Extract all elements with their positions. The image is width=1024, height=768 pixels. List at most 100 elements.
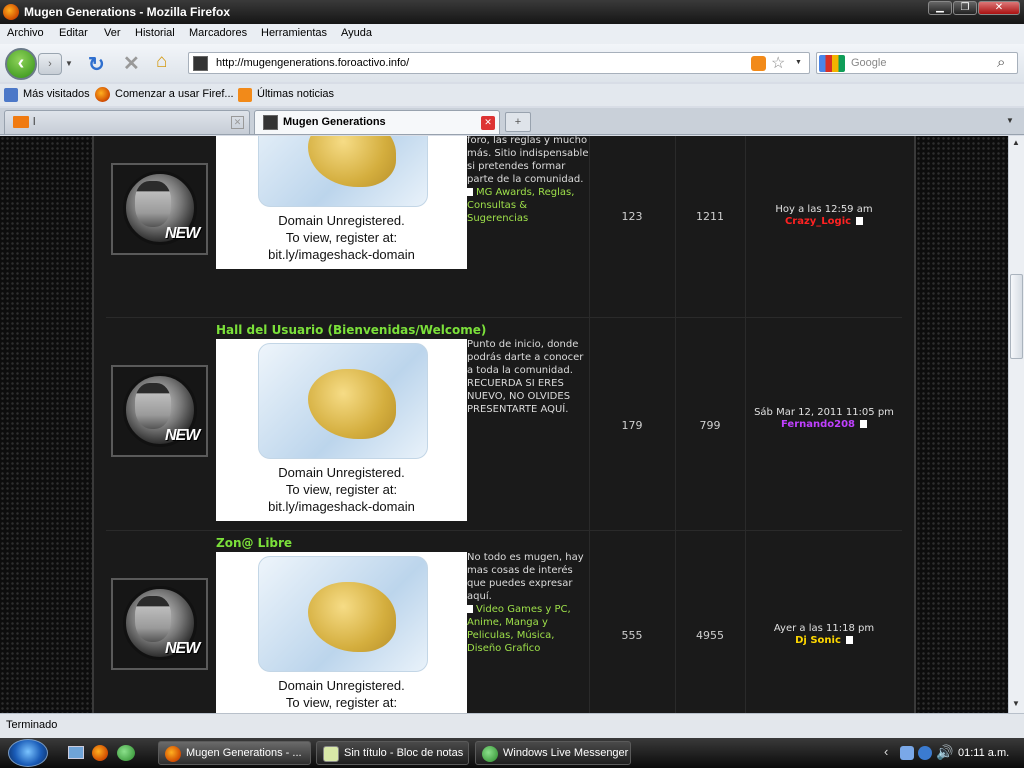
site-favicon-icon: [193, 56, 208, 71]
last-post: Hoy a las 12:59 am Crazy_Logic: [746, 204, 902, 228]
notepad-icon: [323, 746, 339, 762]
minimize-button[interactable]: ▁: [928, 1, 952, 15]
image-caption-line: bit.ly/imageshack-domain: [268, 499, 415, 514]
forum-new-posts-icon[interactable]: NEW: [111, 163, 208, 255]
bookmark-comenzar[interactable]: Comenzar a usar Firef...: [115, 88, 234, 100]
close-window-button[interactable]: ✕: [978, 1, 1020, 15]
forum-title-link[interactable]: Hall del Usuario (Bienvenidas/Welcome): [216, 323, 486, 337]
forum-row: NEW Zon@ Libre Domain Unregistered. To view…: [106, 531, 902, 713]
posts-count: 1211: [696, 210, 724, 223]
scroll-thumb[interactable]: [1010, 274, 1023, 359]
home-icon[interactable]: ⌂: [156, 51, 167, 73]
goto-last-post-icon[interactable]: [845, 636, 853, 644]
mail-icon: [13, 116, 29, 128]
start-orb-icon[interactable]: [8, 739, 48, 767]
last-post-date: Hoy a las 12:59 am: [775, 204, 873, 215]
firefox-window: Mugen Generations - Mozilla Firefox ▁ ❐ …: [0, 0, 1024, 738]
bookmark-ultimas-noticias[interactable]: Últimas noticias: [257, 88, 334, 100]
star-icon[interactable]: ☆: [771, 53, 785, 73]
image-caption-line: Domain Unregistered.: [278, 213, 405, 228]
window-title: Mugen Generations - Mozilla Firefox: [24, 5, 231, 19]
close-tab-icon[interactable]: ✕: [231, 116, 244, 129]
topics-count: 123: [621, 210, 643, 223]
last-post-date: Sáb Mar 12, 2011 11:05 pm: [754, 407, 894, 418]
menu-herramientas[interactable]: Herramientas: [261, 27, 327, 39]
forum-new-posts-icon[interactable]: NEW: [111, 365, 208, 457]
description-text: foro, las reglas y mucho más. Sitio indi…: [467, 136, 589, 185]
forum-image: Domain Unregistered. To view, register at…: [216, 339, 467, 521]
vertical-scrollbar[interactable]: ▲ ▼: [1008, 136, 1024, 713]
image-caption-line: Domain Unregistered.: [278, 678, 405, 693]
network-icon[interactable]: [900, 746, 914, 760]
menu-archivo[interactable]: Archivo: [7, 27, 44, 39]
forum-image: Domain Unregistered. To view, register at…: [216, 552, 467, 713]
image-caption-line: Domain Unregistered.: [278, 465, 405, 480]
forum-row: NEW Hall del Usuario (Bienvenidas/Welcome…: [106, 318, 902, 531]
menu-historial[interactable]: Historial: [135, 27, 175, 39]
tab-active[interactable]: Mugen Generations ✕: [254, 110, 500, 134]
task-notepad[interactable]: Sin título - Bloc de notas: [316, 741, 469, 765]
last-post-user[interactable]: Fernando208: [781, 419, 855, 430]
tray-expand-icon[interactable]: ‹: [884, 744, 888, 759]
bookmarks-toolbar: Más visitados Comenzar a usar Firef... Ú…: [0, 84, 1024, 106]
maximize-button[interactable]: ❐: [953, 1, 977, 15]
last-post-user[interactable]: Crazy_Logic: [785, 216, 851, 227]
show-desktop-icon[interactable]: [68, 746, 84, 759]
firefox-icon: [3, 4, 19, 20]
search-bar[interactable]: Google ⌕: [816, 52, 1018, 74]
image-caption-line: To view, register at:: [285, 230, 398, 245]
search-icon[interactable]: ⌕: [997, 54, 1005, 71]
description-text: No todo es mugen, hay mas cosas de inter…: [467, 552, 584, 602]
rss-icon[interactable]: [751, 56, 766, 71]
volume-icon[interactable]: 🔊: [936, 744, 953, 761]
right-pattern-panel: [916, 136, 1008, 713]
forum-row: NEW Domain Unregistered. To view, register…: [106, 136, 902, 318]
url-dropdown-icon[interactable]: ▼: [795, 59, 802, 66]
forum-image: Domain Unregistered. To view, register at…: [216, 136, 467, 269]
posts-count: 799: [699, 419, 721, 432]
forward-icon[interactable]: ›: [38, 53, 62, 75]
history-dropdown-icon[interactable]: ▼: [65, 59, 73, 68]
bookmark-mas-visitados[interactable]: Más visitados: [23, 88, 90, 100]
scroll-down-arrow-icon[interactable]: ▼: [1012, 699, 1020, 708]
new-tab-icon[interactable]: +: [505, 112, 531, 132]
col-divider: [589, 136, 590, 317]
firefox-quicklaunch-icon[interactable]: [92, 745, 108, 761]
tab-label: l: [33, 116, 36, 128]
subforum-links[interactable]: MG Awards, Reglas, Consultas & Sugerenci…: [467, 187, 574, 224]
menu-ayuda[interactable]: Ayuda: [341, 27, 372, 39]
update-icon[interactable]: [918, 746, 932, 760]
left-pattern-panel: [0, 136, 92, 713]
url-bar[interactable]: http://mugengenerations.foroactivo.info/…: [188, 52, 810, 74]
messenger-quicklaunch-icon[interactable]: [117, 745, 135, 761]
tab-list-icon[interactable]: ▼: [1006, 116, 1014, 125]
task-messenger[interactable]: Windows Live Messenger: [475, 741, 631, 765]
close-tab-icon[interactable]: ✕: [481, 116, 495, 130]
status-text: Terminado: [6, 719, 58, 731]
task-firefox[interactable]: Mugen Generations - ...: [158, 741, 311, 765]
status-bar: Terminado: [0, 713, 1024, 738]
back-icon[interactable]: ‹: [5, 48, 37, 80]
goto-last-post-icon[interactable]: [860, 420, 868, 428]
site-tab-favicon-icon: [263, 115, 278, 130]
goto-last-post-icon[interactable]: [856, 217, 864, 225]
google-engine-icon[interactable]: [819, 55, 845, 72]
subforum-links[interactable]: Video Games y PC, Anime, Manga y Pelicul…: [467, 604, 571, 654]
menu-bar: Archivo Editar Ver Historial Marcadores …: [0, 24, 1024, 44]
col-divider: [745, 531, 746, 713]
reload-icon[interactable]: ↻: [88, 52, 105, 77]
menu-marcadores[interactable]: Marcadores: [189, 27, 247, 39]
subforum-icon: [467, 605, 473, 613]
stop-icon[interactable]: ✕: [123, 51, 140, 76]
tab-inactive[interactable]: l ✕: [4, 110, 250, 134]
forum-title-link[interactable]: Zon@ Libre: [216, 536, 292, 550]
forum-description: No todo es mugen, hay mas cosas de inter…: [467, 551, 589, 655]
menu-editar[interactable]: Editar: [59, 27, 88, 39]
menu-ver[interactable]: Ver: [104, 27, 121, 39]
forum-new-posts-icon[interactable]: NEW: [111, 578, 208, 670]
col-divider: [589, 531, 590, 713]
col-divider: [675, 136, 676, 317]
clock[interactable]: 01:11 a.m.: [958, 747, 1009, 759]
last-post-user[interactable]: Dj Sonic: [795, 635, 841, 646]
scroll-up-arrow-icon[interactable]: ▲: [1012, 138, 1020, 147]
